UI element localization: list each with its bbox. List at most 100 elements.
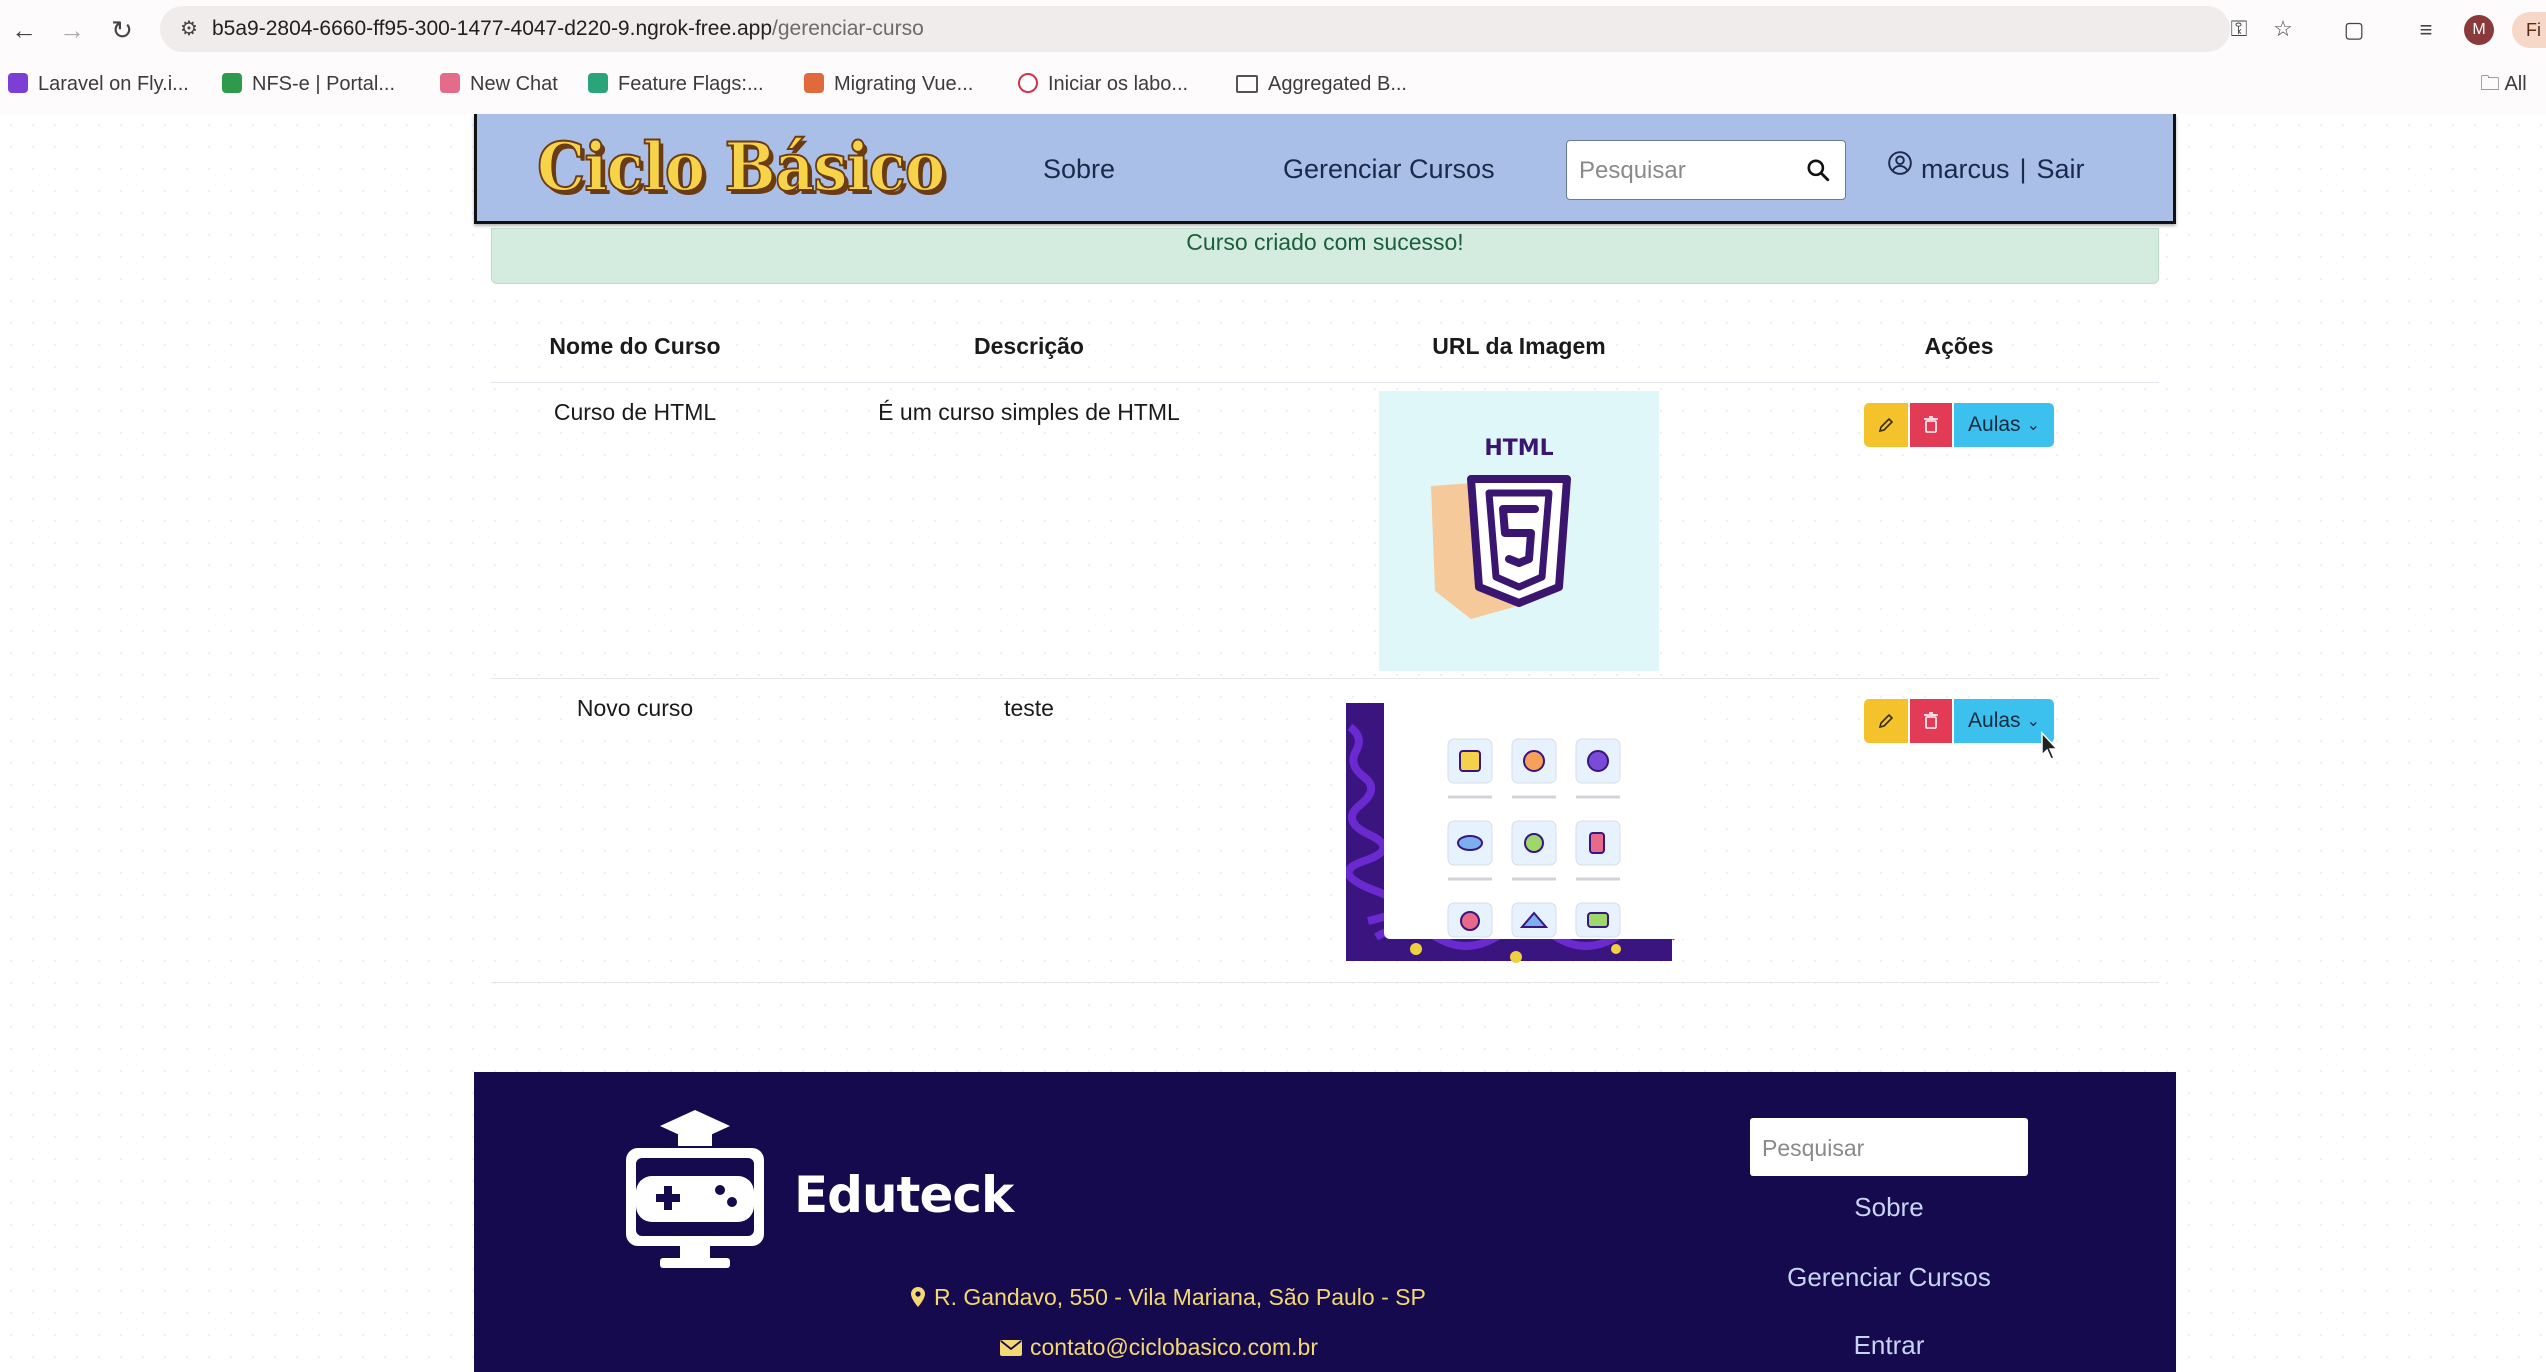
aulas-dropdown-button[interactable]: Aulas ⌄ (1954, 699, 2054, 743)
html-caption: HTML (1484, 436, 1553, 461)
search-icon[interactable] (1805, 157, 1831, 183)
bookmark-item[interactable]: Laravel on Fly.i... (8, 70, 189, 98)
aulas-dropdown-button[interactable]: Aulas ⌄ (1954, 403, 2054, 447)
url-path: /gerenciar-curso (772, 17, 924, 40)
course-actions: Aulas ⌄ (1759, 382, 2159, 679)
bookmark-label: Aggregated B... (1268, 73, 1407, 95)
logout-link[interactable]: Sair (2037, 154, 2085, 184)
username[interactable]: marcus (1921, 154, 2010, 184)
logo-text: Ciclo Básico (536, 127, 946, 207)
bookmark-item[interactable]: New Chat (440, 70, 558, 98)
footer-link-gerenciar-cursos[interactable]: Gerenciar Cursos (1750, 1262, 2028, 1293)
col-header-acoes: Ações (1759, 310, 2159, 383)
vue-favicon-icon (804, 73, 824, 93)
folder-icon (1236, 75, 1258, 93)
all-bookmarks[interactable]: 🗀 All (2480, 70, 2527, 98)
profile-avatar[interactable]: M (2464, 15, 2494, 45)
course-image-html: HTML (1379, 391, 1659, 671)
flags-favicon-icon (588, 73, 608, 93)
password-key-icon[interactable]: ⚿ (2224, 14, 2254, 44)
reload-icon[interactable]: ↻ (106, 14, 138, 46)
chat-favicon-icon (440, 73, 460, 93)
course-image-cell (1279, 678, 1759, 983)
site-logo[interactable]: Ciclo Básico (536, 126, 946, 208)
success-alert: Curso criado com sucesso! (491, 228, 2159, 284)
extensions-icon[interactable]: ▢ (2338, 14, 2370, 46)
bookmark-label: NFS-e | Portal... (252, 73, 396, 95)
nav-sobre[interactable]: Sobre (1043, 114, 1115, 224)
table-header-row: Nome do Curso Descrição URL da Imagem Aç… (491, 310, 2159, 383)
bookmark-label: Iniciar os labo... (1048, 73, 1189, 95)
footer-logo[interactable]: Eduteck (620, 1096, 1014, 1276)
laravel-favicon-icon (8, 73, 28, 93)
aulas-label: Aulas (1968, 413, 2021, 436)
pencil-icon (1878, 713, 1894, 729)
delete-button[interactable] (1910, 699, 1952, 743)
col-header-nome: Nome do Curso (491, 310, 779, 383)
mouse-cursor-icon (2041, 731, 2059, 760)
url-text[interactable]: b5a9-2804-6660-ff95-300-1477-4047-d220-9… (212, 6, 924, 52)
table-row: Curso de HTML É um curso simples de HTML… (491, 382, 2159, 679)
footer-link-entrar[interactable]: Entrar (1750, 1330, 2028, 1361)
labs-favicon-icon (1018, 73, 1038, 93)
pencil-icon (1878, 417, 1894, 433)
footer-brand: Eduteck (794, 1166, 1014, 1224)
envelope-icon (1000, 1340, 1022, 1356)
action-group: Aulas ⌄ (1864, 699, 2054, 743)
bookmark-item[interactable]: Migrating Vue... (804, 70, 973, 98)
map-pin-icon (911, 1287, 925, 1307)
delete-button[interactable] (1910, 403, 1952, 447)
user-separator: | (2019, 154, 2027, 184)
chevron-down-icon: ⌄ (2026, 417, 2040, 434)
nav-gerenciar-cursos[interactable]: Gerenciar Cursos (1283, 114, 1495, 224)
site-footer: Eduteck R. Gandavo, 550 - Vila Mariana, … (474, 1072, 2176, 1372)
email-link[interactable]: contato@ciclobasico.com.br (1030, 1334, 1318, 1360)
side-panel-chip[interactable]: Fi (2512, 12, 2546, 48)
bookmark-item[interactable]: Feature Flags:... (588, 70, 764, 98)
header-search-input[interactable] (1577, 141, 1801, 201)
user-circle-icon (1888, 151, 1912, 175)
bookmark-label: Laravel on Fly.i... (38, 73, 189, 95)
chevron-down-icon: ⌄ (2026, 713, 2040, 730)
course-image-cell: HTML (1279, 382, 1759, 679)
footer-search (1750, 1118, 2028, 1178)
site-header: Ciclo Básico Sobre Gerenciar Cursos marc… (474, 114, 2176, 224)
bookmark-label: Feature Flags:... (618, 73, 764, 95)
bookmark-item[interactable]: Iniciar os labo... (1018, 70, 1188, 98)
footer-link-sobre[interactable]: Sobre (1750, 1192, 2028, 1223)
html5-logo-icon: HTML (1431, 436, 1571, 619)
reading-list-icon[interactable]: ≡ (2410, 14, 2442, 46)
footer-address: R. Gandavo, 550 - Vila Mariana, São Paul… (910, 1284, 1426, 1311)
trash-icon (1924, 416, 1938, 433)
bookmark-label: Migrating Vue... (834, 73, 974, 95)
course-actions: Aulas ⌄ (1759, 678, 2159, 983)
address-bar[interactable]: ⚙ b5a9-2804-6660-ff95-300-1477-4047-d220… (160, 6, 2293, 52)
action-group: Aulas ⌄ (1864, 403, 2054, 447)
browser-chrome: ← → ↻ ⚙ b5a9-2804-6660-ff95-300-1477-404… (0, 0, 2546, 115)
courses-table: Nome do Curso Descrição URL da Imagem Aç… (491, 310, 2159, 983)
course-description: teste (779, 678, 1279, 983)
aulas-label: Aulas (1968, 709, 2021, 732)
bookmark-star-icon[interactable]: ☆ (2268, 14, 2298, 44)
trash-icon (1924, 712, 1938, 729)
forward-icon[interactable]: → (56, 14, 88, 46)
col-header-imagem: URL da Imagem (1279, 310, 1759, 383)
course-name: Curso de HTML (491, 382, 779, 679)
edit-button[interactable] (1864, 699, 1908, 743)
footer-search-input[interactable] (1760, 1118, 2019, 1178)
bookmark-folder[interactable]: Aggregated B... (1236, 70, 1407, 98)
nfse-favicon-icon (222, 73, 242, 93)
user-area: marcus | Sair (1887, 114, 2085, 224)
bookmark-item[interactable]: NFS-e | Portal... (222, 70, 395, 98)
edit-button[interactable] (1864, 403, 1908, 447)
site-info-icon[interactable]: ⚙ (174, 14, 204, 44)
alert-message: Curso criado com sucesso! (1186, 229, 1464, 255)
address-row: ← → ↻ ⚙ b5a9-2804-6660-ff95-300-1477-404… (0, 0, 2546, 60)
course-image-icons (1344, 687, 1692, 967)
back-icon[interactable]: ← (8, 14, 40, 46)
all-bookmarks-label: All (2504, 73, 2527, 95)
url-host: b5a9-2804-6660-ff95-300-1477-4047-d220-9… (212, 17, 773, 40)
bookmark-label: New Chat (470, 73, 558, 95)
course-description: É um curso simples de HTML (779, 382, 1279, 679)
bookmarks-bar: Laravel on Fly.i... NFS-e | Portal... Ne… (0, 62, 2546, 106)
